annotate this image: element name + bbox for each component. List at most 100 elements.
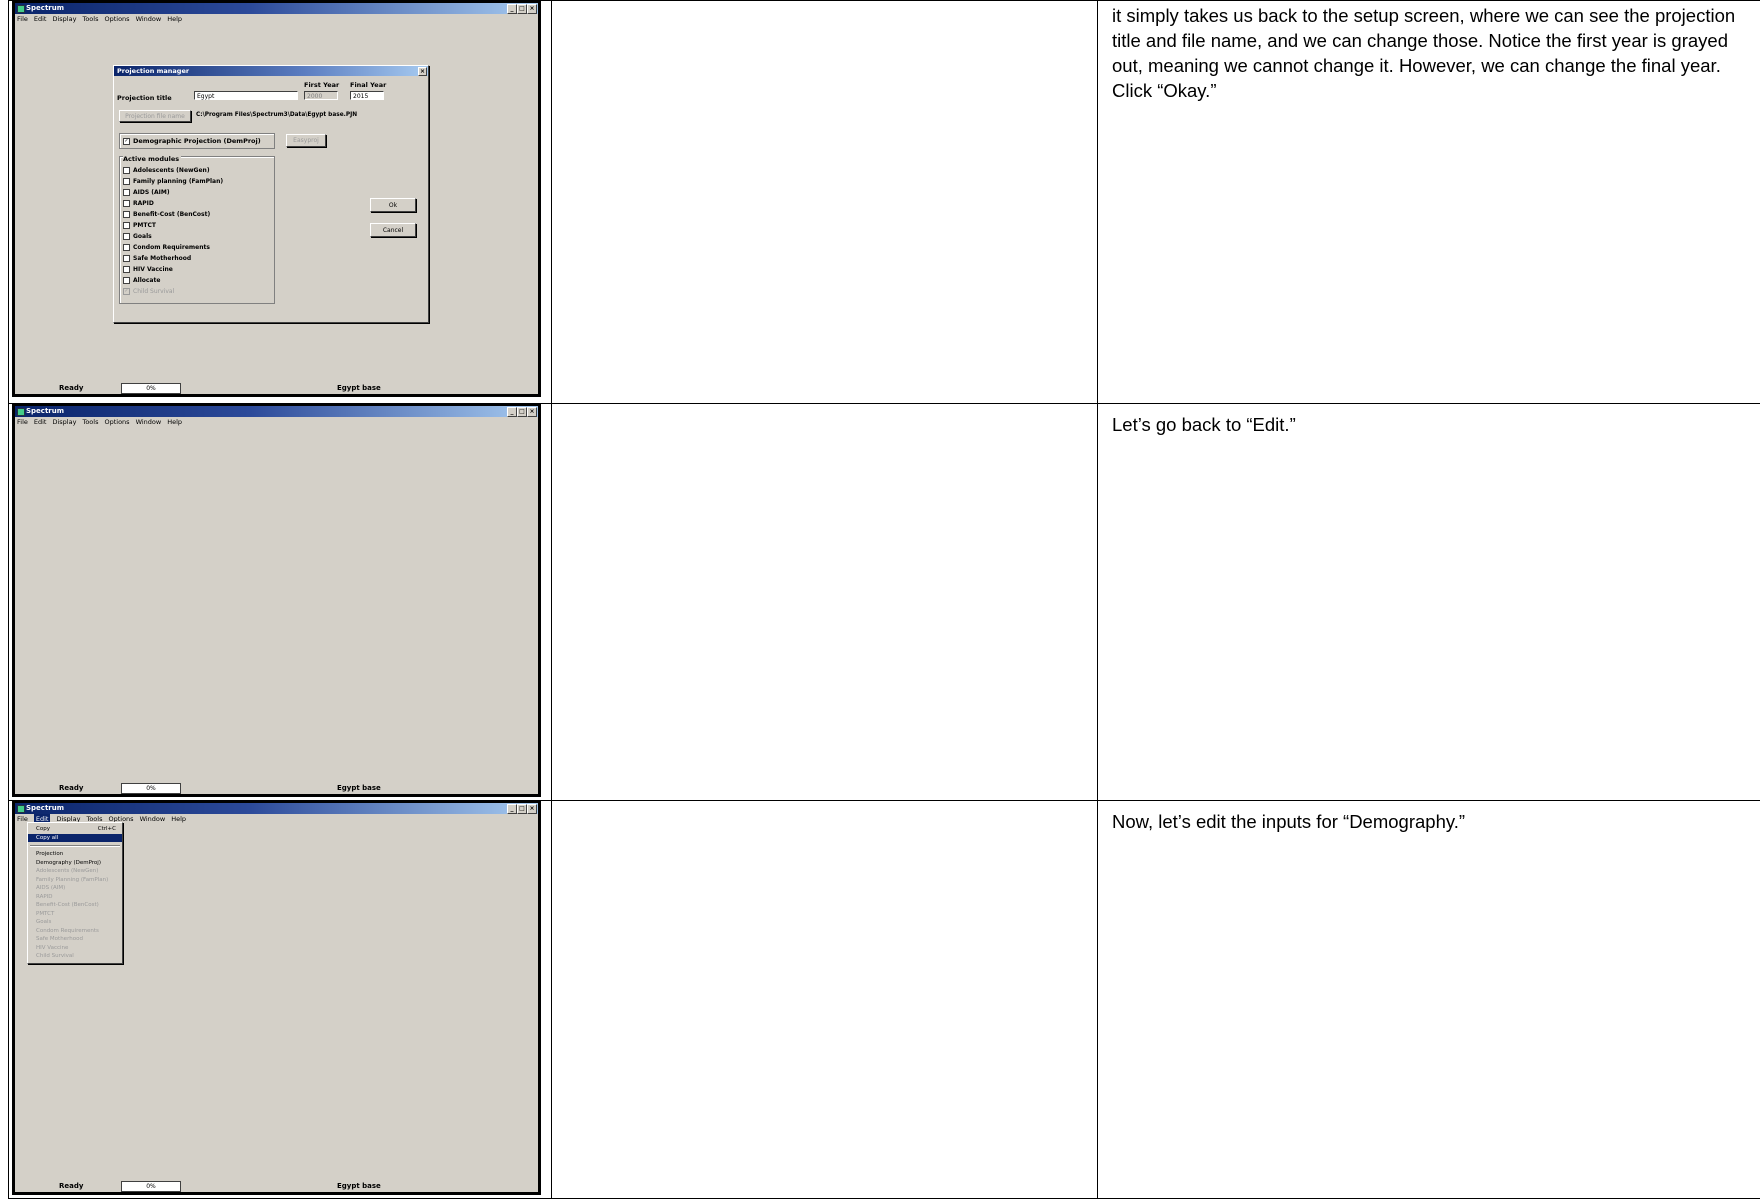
menu-edit[interactable]: Edit — [34, 417, 47, 427]
spectrum-window: Spectrum _ □ × File Edit Display Tools O… — [12, 801, 541, 1195]
menu-item-disabled: Child Survival — [36, 953, 74, 959]
menu-help[interactable]: Help — [167, 417, 182, 427]
menu-item-disabled: Condom Requirements — [36, 927, 99, 934]
module-checkbox[interactable] — [123, 200, 130, 207]
close-button[interactable]: × — [527, 4, 537, 14]
title-bar: Spectrum _ □ × — [15, 803, 538, 814]
menu-bar: File Edit Display Tools Options Window H… — [15, 14, 538, 24]
edit-menu-dropdown: Copy Ctrl+C Copy all Projection Demograp… — [27, 822, 123, 964]
module-item[interactable]: Benefit-Cost (BenCost) — [123, 209, 223, 220]
first-year-label: First Year — [304, 81, 340, 89]
status-ready: Ready — [59, 384, 84, 392]
document-table: Spectrum _ □ × File Edit Display Tools O… — [8, 0, 1760, 1199]
menu-item-disabled: Benefit-Cost (BenCost) — [36, 902, 99, 908]
module-label: HIV Vaccine — [133, 266, 173, 273]
window-buttons: _ □ × — [507, 804, 537, 814]
menu-tools[interactable]: Tools — [82, 417, 98, 427]
menu-options[interactable]: Options — [104, 417, 129, 427]
module-item[interactable]: AIDS (AIM) — [123, 187, 223, 198]
close-button[interactable]: × — [527, 804, 537, 814]
module-checkbox[interactable] — [123, 244, 130, 251]
menu-item-copy-all[interactable]: Copy all — [28, 833, 122, 842]
close-button[interactable]: × — [527, 407, 537, 417]
active-modules-group: Active modules Adolescents (NewGen) Fami… — [119, 155, 275, 304]
maximize-button[interactable]: □ — [517, 804, 527, 814]
module-label: Condom Requirements — [133, 244, 210, 251]
status-projection: Egypt base — [337, 784, 381, 792]
projection-file-name-button: Projection file name — [119, 110, 191, 122]
module-checkbox[interactable] — [123, 211, 130, 218]
app-icon — [17, 5, 25, 13]
menu-item-disabled: Goals — [36, 919, 52, 925]
dialog-close-button[interactable]: × — [418, 67, 427, 76]
module-checkbox[interactable] — [123, 233, 130, 240]
menu-item-disabled: Family Planning (FamPlan) — [36, 876, 109, 883]
demproj-checkbox-row[interactable]: Demographic Projection (DemProj) — [123, 137, 261, 145]
module-checkbox[interactable] — [123, 222, 130, 229]
menu-options[interactable]: Options — [104, 14, 129, 24]
window-buttons: _ □ × — [507, 407, 537, 417]
demproj-group: Demographic Projection (DemProj) — [119, 133, 275, 149]
narration-text: it simply takes us back to the setup scr… — [1112, 5, 1736, 101]
module-checkbox[interactable] — [123, 178, 130, 185]
minimize-button[interactable]: _ — [507, 4, 517, 14]
module-item[interactable]: Allocate — [123, 275, 223, 286]
module-label: RAPID — [133, 200, 154, 207]
menu-item-demography[interactable]: Demography (DemProj) — [28, 859, 122, 868]
file-path-text: C:\Program Files\Spectrum3\Data\Egypt ba… — [196, 112, 358, 118]
module-label: Safe Motherhood — [133, 255, 192, 262]
menu-display[interactable]: Display — [52, 14, 76, 24]
maximize-button[interactable]: □ — [517, 4, 527, 14]
module-item[interactable]: HIV Vaccine — [123, 264, 223, 275]
menu-tools[interactable]: Tools — [82, 14, 98, 24]
menu-file[interactable]: File — [17, 417, 28, 427]
module-checkbox[interactable] — [123, 255, 130, 262]
menu-help[interactable]: Help — [171, 814, 186, 824]
module-label: AIDS (AIM) — [133, 189, 170, 196]
menu-item-projection[interactable]: Projection — [28, 850, 122, 859]
demproj-label: Demographic Projection (DemProj) — [133, 137, 261, 145]
menu-help[interactable]: Help — [167, 14, 182, 24]
minimize-button[interactable]: _ — [507, 407, 517, 417]
menu-display[interactable]: Display — [52, 417, 76, 427]
module-checkbox — [123, 288, 130, 295]
window-buttons: _ □ × — [507, 4, 537, 14]
progress-box: 0% — [121, 383, 181, 394]
module-checkbox[interactable] — [123, 277, 130, 284]
module-checkbox[interactable] — [123, 167, 130, 174]
screenshot-cell: Spectrum _ □ × File Edit Display Tools O… — [8, 800, 552, 1199]
screenshot-cell: Spectrum _ □ × File Edit Display Tools O… — [8, 0, 552, 404]
maximize-button[interactable]: □ — [517, 407, 527, 417]
module-checkbox[interactable] — [123, 189, 130, 196]
menu-window[interactable]: Window — [136, 14, 162, 24]
progress-box: 0% — [121, 783, 181, 794]
module-item[interactable]: PMTCT — [123, 220, 223, 231]
menu-item-disabled: Safe Motherhood — [36, 936, 83, 942]
minimize-button[interactable]: _ — [507, 804, 517, 814]
demproj-checkbox[interactable] — [123, 137, 130, 145]
module-item[interactable]: RAPID — [123, 198, 223, 209]
menu-item-disabled: AIDS (AIM) — [36, 885, 66, 891]
module-item[interactable]: Safe Motherhood — [123, 253, 223, 264]
easyproj-button: Easyproj — [286, 134, 326, 147]
table-row: Spectrum _ □ × File Edit Display Tools O… — [8, 0, 1760, 404]
status-bar: Ready 0% Egypt base — [15, 1180, 538, 1192]
window-title: Spectrum — [26, 804, 65, 812]
projection-title-input[interactable]: Egypt — [194, 91, 298, 100]
menu-window[interactable]: Window — [140, 814, 166, 824]
module-item[interactable]: Goals — [123, 231, 223, 242]
module-item[interactable]: Condom Requirements — [123, 242, 223, 253]
cancel-button[interactable]: Cancel — [370, 223, 416, 237]
menu-item-copy[interactable]: Copy Ctrl+C — [28, 825, 122, 834]
menu-item-disabled: HIV Vaccine — [36, 944, 69, 951]
narration-cell: it simply takes us back to the setup scr… — [1097, 0, 1760, 404]
menu-edit[interactable]: Edit — [34, 14, 47, 24]
menu-file[interactable]: File — [17, 14, 28, 24]
module-checkbox[interactable] — [123, 266, 130, 273]
module-item[interactable]: Adolescents (NewGen) — [123, 165, 223, 176]
projection-title-label: Projection title — [117, 94, 172, 102]
menu-window[interactable]: Window — [136, 417, 162, 427]
module-item[interactable]: Family planning (FamPlan) — [123, 176, 223, 187]
final-year-input[interactable]: 2015 — [350, 91, 384, 100]
ok-button[interactable]: Ok — [370, 198, 416, 212]
